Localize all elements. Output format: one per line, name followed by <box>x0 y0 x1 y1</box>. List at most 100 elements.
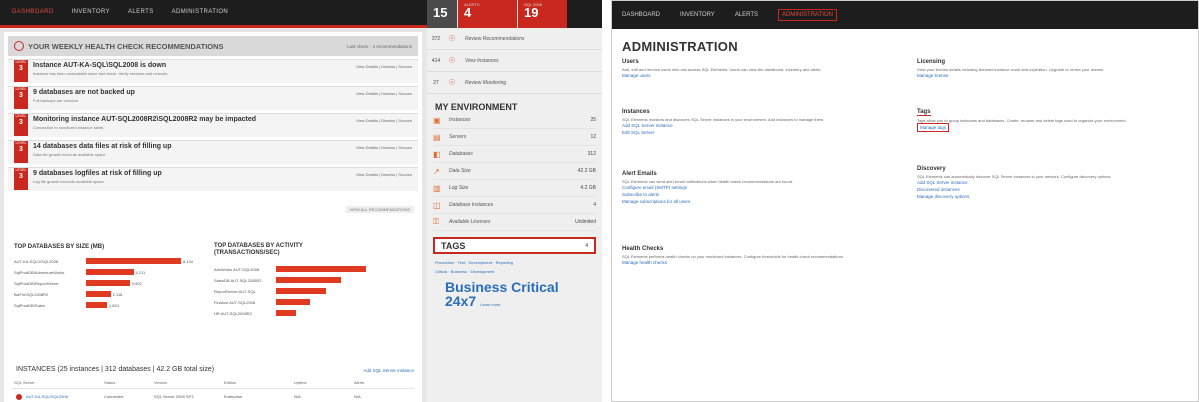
col-sql-server[interactable]: SQL Server <box>14 380 104 385</box>
quick-action[interactable]: 372 ☉ Review Recommendations <box>427 28 602 50</box>
environment-row[interactable]: ▣ Instances 25 <box>433 112 596 129</box>
activity-bar[interactable] <box>276 266 366 272</box>
admin-link[interactable]: Add SQL Server instance <box>917 179 1192 186</box>
recommendation-item[interactable]: LEVEL 3 14 databases data files at risk of… <box>8 140 418 164</box>
recommendation-item[interactable]: LEVEL 3 9 databases logfiles at risk of fi… <box>8 167 418 191</box>
size-bar[interactable] <box>86 280 130 286</box>
col-version[interactable]: Version <box>154 380 224 385</box>
severity-badge: LEVEL 3 <box>14 114 28 136</box>
database-name[interactable]: SalesDB AUT-SQL2008R2 <box>214 278 262 283</box>
quick-action[interactable]: 27 ☉ Review Monitoring <box>427 72 602 94</box>
health-check-summary[interactable]: Last check · 4 recommendations <box>347 44 412 49</box>
environment-label[interactable]: Data Size <box>445 168 578 174</box>
col-edition[interactable]: Edition <box>224 380 294 385</box>
nav-alerts[interactable]: ALERTS <box>735 12 758 18</box>
database-name[interactable]: SqlProdDB\Sales <box>14 303 45 308</box>
admin-link[interactable]: Manage health checks <box>622 259 897 266</box>
admin-link[interactable]: Edit SQL Server <box>622 129 897 136</box>
add-instance-link[interactable]: Add SQL Server instance <box>363 368 414 373</box>
nav-dashboard[interactable]: DASHBOARD <box>12 9 54 15</box>
size-bar[interactable] <box>86 291 111 297</box>
activity-bar[interactable] <box>276 277 341 283</box>
environment-row[interactable]: ▥ Log Size 4.2 GB <box>433 180 596 197</box>
environment-label[interactable]: Available Licenses <box>445 219 575 225</box>
admin-section-heading: Licensing <box>917 59 946 65</box>
admin-link[interactable]: Discovered instances <box>917 186 1192 193</box>
nav-alerts[interactable]: ALERTS <box>128 9 154 15</box>
environment-row[interactable]: ▤ Servers 12 <box>433 129 596 146</box>
database-name[interactable]: AUT-KA-SQL2\SQL2008 <box>14 259 58 264</box>
environment-label[interactable]: Databases <box>445 151 588 157</box>
nav-inventory[interactable]: INVENTORY <box>72 9 110 15</box>
size-bar[interactable] <box>86 302 107 308</box>
environment-label[interactable]: Log Size <box>445 185 580 191</box>
health-check-title: YOUR WEEKLY HEALTH CHECK RECOMMENDATIONS <box>28 41 224 51</box>
database-name[interactable]: HR AUT-SQL2008R2 <box>214 311 252 316</box>
recommendation-list: LEVEL 3 Instance AUT-KA-SQL\SQL2008 is dow… <box>4 59 422 191</box>
col-alerts[interactable]: Alerts <box>354 380 404 385</box>
recommendation-item[interactable]: LEVEL 3 9 databases are not backed up Full … <box>8 86 418 110</box>
col-uptime[interactable]: Uptime <box>294 380 354 385</box>
database-name[interactable]: Finance AUT-SQL2008 <box>214 300 255 305</box>
admin-link[interactable]: Manage subscriptions for all users <box>622 198 897 205</box>
database-name[interactable]: AdvWorks AUT-SQL2008 <box>214 267 259 272</box>
environment-label[interactable]: Servers <box>445 134 590 140</box>
recommendation-item[interactable]: LEVEL 3 Monitoring instance AUT-SQL2008R2\… <box>8 113 418 137</box>
nav-administration[interactable]: ADMINISTRATION <box>778 9 837 21</box>
nav-inventory[interactable]: INVENTORY <box>680 12 715 18</box>
tags-widget[interactable]: TAGS 4 <box>433 237 596 254</box>
recommendation-actions[interactable]: View Details | Dismiss | Snooze <box>356 91 412 96</box>
top-size-title: TOP DATABASES BY SIZE (MB) <box>14 244 105 250</box>
environment-row[interactable]: ◫ Database Instances 4 <box>433 197 596 214</box>
instance-name[interactable]: AUT-KA-SQL\SQL2008 <box>26 394 104 399</box>
database-name[interactable]: SqlProdDB\ReportServer <box>14 281 59 286</box>
recommendation-actions[interactable]: View Details | Dismiss | Snooze <box>356 118 412 123</box>
nav-dashboard[interactable]: DASHBOARD <box>622 12 660 18</box>
admin-link[interactable]: Configure email (SMTP) settings <box>622 184 897 191</box>
status-tile-alerts[interactable]: ALERTS 4 <box>457 0 517 28</box>
quick-action-label[interactable]: Review Monitoring <box>459 80 506 86</box>
recommendation-actions[interactable]: View Details | Dismiss | Snooze <box>356 145 412 150</box>
tags-title: TAGS <box>441 240 466 251</box>
activity-bar[interactable] <box>276 299 311 305</box>
environment-label[interactable]: Database Instances <box>445 202 593 208</box>
tag-list-line[interactable]: Critical · Business · Development <box>435 267 594 276</box>
database-name[interactable]: SqlProdDB\AdventureWorks <box>14 270 64 275</box>
environment-row[interactable]: ↗ Data Size 42.2 GB <box>433 163 596 180</box>
status-tile-empty <box>567 0 602 28</box>
nav-administration[interactable]: ADMINISTRATION <box>172 9 229 15</box>
status-tile-sql2008[interactable]: SQL 2008 19 <box>517 0 567 28</box>
admin-link[interactable]: Manage discovery options <box>917 193 1192 200</box>
activity-bar[interactable] <box>276 288 326 294</box>
admin-link[interactable]: Subscribe to alerts <box>622 191 897 198</box>
size-value-text: 8,134 <box>183 259 194 264</box>
database-name[interactable]: ReportServer AUT-SQL <box>214 289 256 294</box>
quick-action-count: 414 <box>431 57 441 64</box>
status-tile-count[interactable]: 15 <box>427 0 457 28</box>
environment-row[interactable]: ⚿ Available Licenses Unlimited <box>433 214 596 231</box>
quick-action[interactable]: 414 ☉ View Instances <box>427 50 602 72</box>
recommendation-actions[interactable]: View Details | Dismiss | Snooze <box>356 64 412 69</box>
environment-row[interactable]: ◧ Databases 312 <box>433 146 596 163</box>
quick-action-label[interactable]: Review Recommendations <box>459 36 524 42</box>
database-name[interactable]: BizFin\SQL2008R2 <box>14 292 48 297</box>
quick-action-label[interactable]: View Instances <box>459 58 499 64</box>
admin-link[interactable]: Add SQL Server instance <box>622 122 897 129</box>
col-status[interactable]: Status <box>104 380 154 385</box>
recommendation-item[interactable]: LEVEL 3 Instance AUT-KA-SQL\SQL2008 is dow… <box>8 59 418 83</box>
admin-link[interactable]: Manage license <box>917 72 1192 79</box>
environment-label[interactable]: Instances <box>445 117 590 123</box>
top-activity-title: TOP DATABASES BY ACTIVITY (TRANSACTIONS/… <box>214 243 303 256</box>
size-bar[interactable] <box>86 269 134 275</box>
log-size-icon: ▥ <box>433 183 441 193</box>
recommendation-actions[interactable]: View Details | Dismiss | Snooze <box>356 172 412 177</box>
license-learn-more[interactable]: Learn more <box>480 302 500 307</box>
admin-link[interactable]: Manage users <box>622 72 897 79</box>
view-all-recommendations[interactable]: VIEW ALL RECOMMENDATIONS <box>345 206 414 213</box>
size-bar[interactable] <box>86 258 181 264</box>
activity-bar[interactable] <box>276 310 296 316</box>
admin-link[interactable]: Manage tags <box>917 123 950 132</box>
tags-count: 4 <box>585 242 588 249</box>
tag-list-line[interactable]: Production · Test · Development · Report… <box>435 258 594 267</box>
table-row[interactable]: AUT-KA-SQL\SQL2008 Connected SQL Server 20… <box>12 388 414 402</box>
